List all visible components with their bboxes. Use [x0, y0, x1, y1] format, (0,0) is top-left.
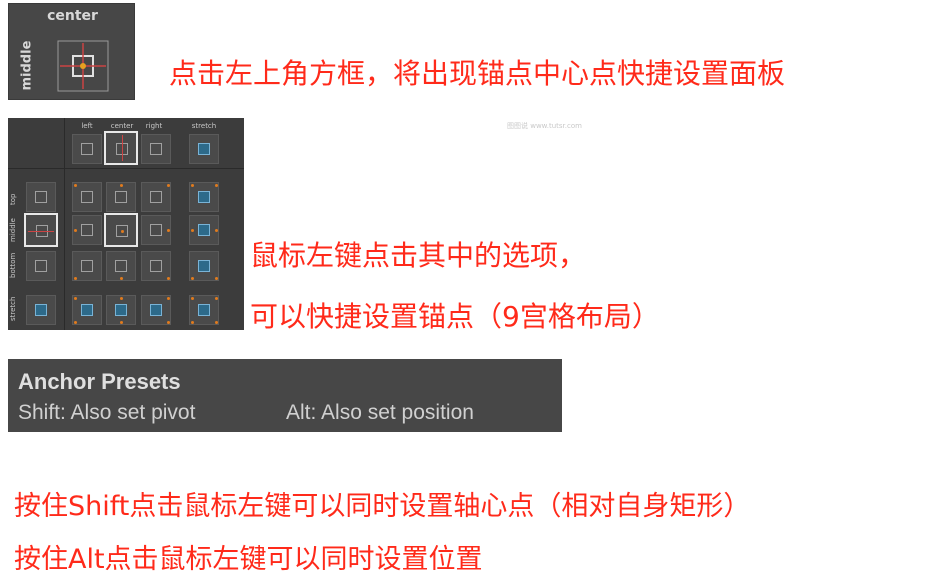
anchor-presets-tooltip: Anchor Presets Shift: Also set pivot Alt… [8, 359, 562, 432]
anchor-top-label: center [47, 8, 98, 24]
preset-center-none[interactable] [104, 131, 138, 165]
tooltip-alt-hint: Alt: Also set position [286, 401, 474, 424]
tooltip-shift-hint: Shift: Also set pivot [18, 401, 196, 424]
preset-stretch-bottom[interactable] [189, 251, 219, 281]
divider [64, 118, 65, 330]
preset-left-middle[interactable] [72, 215, 102, 245]
preset-left-none[interactable] [72, 134, 102, 164]
preset-stretch-stretch[interactable] [189, 295, 219, 325]
note-nine-grid: 可以快捷设置锚点（9宫格布局） [250, 300, 660, 333]
divider [8, 168, 244, 169]
row-header-bottom: bottom [9, 252, 17, 278]
preset-center-bottom[interactable] [106, 251, 136, 281]
col-header-stretch: stretch [191, 122, 217, 130]
note-click-option: 鼠标左键点击其中的选项， [250, 239, 587, 272]
preset-none-top[interactable] [26, 182, 56, 212]
preset-right-top[interactable] [141, 182, 171, 212]
preset-right-bottom[interactable] [141, 251, 171, 281]
preset-left-top[interactable] [72, 182, 102, 212]
row-header-middle: middle [9, 218, 17, 242]
tooltip-title: Anchor Presets [18, 369, 181, 394]
preset-right-middle[interactable] [141, 215, 171, 245]
anchor-side-label: middle [19, 40, 35, 91]
preset-center-middle[interactable] [104, 213, 138, 247]
note-alt: 按住Alt点击鼠标左键可以同时设置位置 [14, 544, 483, 575]
col-header-right: right [145, 122, 163, 130]
preset-none-stretch[interactable] [26, 295, 56, 325]
preset-left-bottom[interactable] [72, 251, 102, 281]
watermark: 图图说 www.tutsr.com [507, 122, 582, 130]
note-open-panel: 点击左上角方框，将出现锚点中心点快捷设置面板 [169, 57, 786, 90]
preset-center-stretch[interactable] [106, 295, 136, 325]
anchor-glyph-icon [57, 40, 109, 92]
preset-none-middle[interactable] [24, 213, 58, 247]
note-shift: 按住Shift点击鼠标左键可以同时设置轴心点（相对自身矩形） [14, 491, 751, 522]
preset-left-stretch[interactable] [72, 295, 102, 325]
preset-right-stretch[interactable] [141, 295, 171, 325]
anchor-preset-button[interactable]: center middle [8, 3, 135, 100]
preset-right-none[interactable] [141, 134, 171, 164]
preset-none-bottom[interactable] [26, 251, 56, 281]
row-header-stretch: stretch [9, 296, 17, 322]
preset-center-top[interactable] [106, 182, 136, 212]
row-header-top: top [9, 193, 17, 205]
preset-stretch-top[interactable] [189, 182, 219, 212]
anchor-preset-grid: left center right stretch top middle bot… [8, 118, 244, 330]
col-header-center: center [110, 122, 134, 130]
col-header-left: left [81, 122, 93, 130]
preset-stretch-none[interactable] [189, 134, 219, 164]
preset-stretch-middle[interactable] [189, 215, 219, 245]
